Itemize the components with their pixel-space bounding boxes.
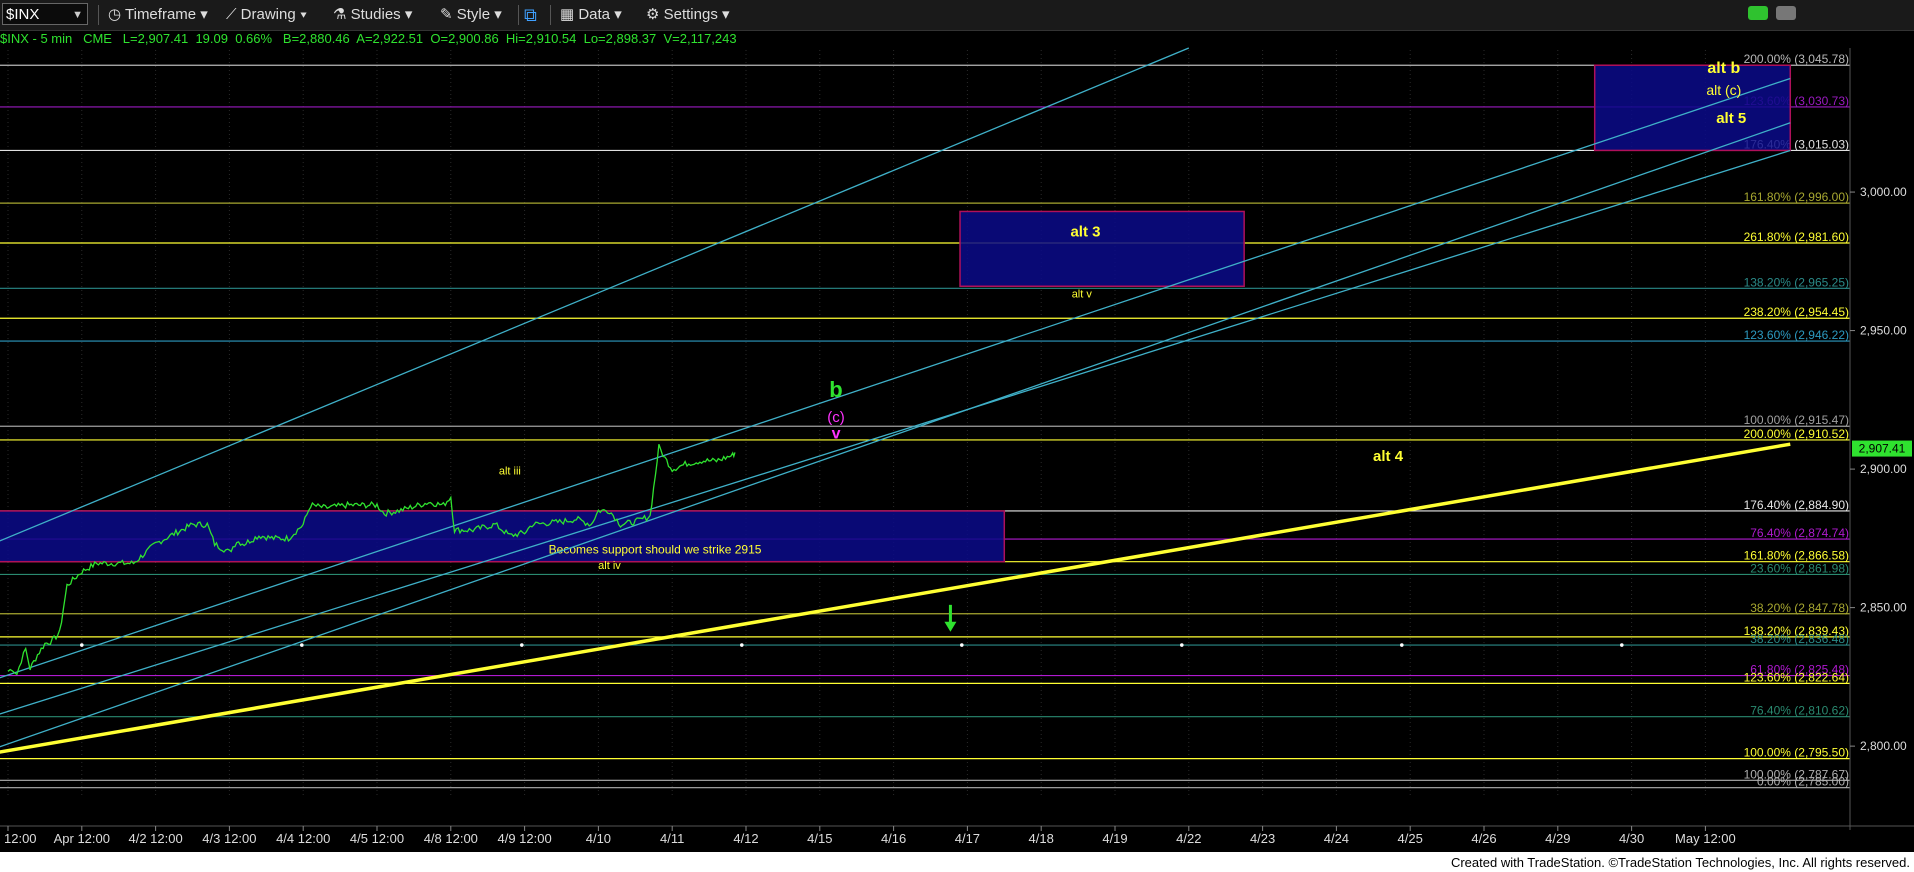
- x-tick-label: May 12:00: [1675, 831, 1736, 846]
- x-tick-label: 4/10: [586, 831, 611, 846]
- x-tick-label: 12:00: [4, 831, 37, 846]
- axis-layer: 3,000.00 2,950.00 2,900.00 2,850.00 2,800.00…: [0, 48, 1914, 846]
- x-tick-label: 4/2 12:00: [128, 831, 182, 846]
- fib-level-label: 100.00% (2,915.47): [1744, 413, 1849, 427]
- x-tick-label: 4/15: [807, 831, 832, 846]
- y-tick-label: 2,950.00: [1860, 324, 1907, 338]
- fib-level-label: 261.80% (2,981.60): [1744, 230, 1849, 244]
- y-tick-label: 2,900.00: [1860, 462, 1907, 476]
- fib-level-label: 76.40% (2,810.62): [1750, 704, 1849, 718]
- channels-layer: [0, 47, 1791, 748]
- y-tick-label: 2,850.00: [1860, 601, 1907, 615]
- fib-level-label: 38.20% (2,836.48): [1750, 632, 1849, 646]
- last-price-label: 2,907.41: [1859, 442, 1906, 456]
- fib-level-label: 176.40% (2,884.90): [1744, 498, 1849, 512]
- x-tick-label: Apr 12:00: [54, 831, 110, 846]
- x-tick-label: 4/9 12:00: [497, 831, 551, 846]
- wave-label: alt iv: [598, 560, 621, 572]
- fib-levels-layer: 200.00% (3,045.78)123.60% (3,030.73)176.…: [0, 52, 1850, 789]
- wave-label: b: [829, 377, 842, 402]
- x-tick-label: 4/30: [1619, 831, 1644, 846]
- time-marker: [80, 643, 84, 647]
- channel-line: [0, 122, 1791, 748]
- fib-level-label: 138.20% (2,965.25): [1744, 275, 1849, 289]
- x-tick-label: 4/11: [660, 831, 684, 846]
- wave-label: v: [832, 426, 841, 443]
- x-tick-label: 4/17: [955, 831, 980, 846]
- x-tick-label: 4/3 12:00: [202, 831, 256, 846]
- fib-level-label: 123.60% (2,946.22): [1744, 328, 1849, 342]
- fib-level-label: 200.00% (2,910.52): [1744, 427, 1849, 441]
- price-chart[interactable]: 200.00% (3,045.78)123.60% (3,030.73)176.…: [0, 0, 1914, 872]
- fib-level-label: 200.00% (3,045.78): [1744, 52, 1849, 66]
- time-marker: [520, 643, 524, 647]
- x-tick-label: 4/12: [733, 831, 758, 846]
- x-tick-label: 4/24: [1324, 831, 1349, 846]
- x-tick-label: 4/5 12:00: [350, 831, 404, 846]
- trendline: [0, 442, 1791, 754]
- footer-text: Created with TradeStation. ©TradeStation…: [1450, 855, 1910, 870]
- x-tick-label: 4/16: [881, 831, 906, 846]
- x-tick-label: 4/23: [1250, 831, 1275, 846]
- time-marker: [740, 643, 744, 647]
- fib-level-label: 76.40% (2,874.74): [1750, 526, 1849, 540]
- wave-label: alt iii: [499, 466, 521, 478]
- time-marker: [1620, 643, 1624, 647]
- x-tick-label: 4/4 12:00: [276, 831, 330, 846]
- fib-level-label: 100.00% (2,795.50): [1744, 746, 1849, 760]
- wave-label: alt 5: [1716, 110, 1746, 127]
- y-tick-label: 2,800.00: [1860, 739, 1907, 753]
- wave-label: alt v: [1072, 288, 1093, 300]
- channel-line: [0, 47, 1190, 542]
- fib-level-label: 0.00% (2,785.00): [1757, 775, 1849, 789]
- y-tick-label: 3,000.00: [1860, 185, 1907, 199]
- x-tick-label: 4/19: [1102, 831, 1127, 846]
- time-marker: [960, 643, 964, 647]
- target-zone: [1593, 64, 1792, 152]
- fib-level-label: 238.20% (2,954.45): [1744, 305, 1849, 319]
- arrow-head-icon: [944, 621, 957, 632]
- x-tick-label: 4/22: [1176, 831, 1201, 846]
- fib-level-label: 38.20% (2,847.78): [1750, 601, 1849, 615]
- zones-layer: Becomes support should we strike 2915: [0, 64, 1792, 563]
- x-tick-label: 4/18: [1029, 831, 1054, 846]
- wave-label: alt 4: [1373, 448, 1404, 465]
- wave-label: alt b: [1707, 60, 1740, 77]
- trendline-layer: [0, 442, 1791, 754]
- wave-label: (c): [827, 409, 845, 426]
- target-zone: [0, 510, 1006, 563]
- x-tick-label: 4/8 12:00: [424, 831, 478, 846]
- time-marker: [1400, 643, 1404, 647]
- wave-label: alt (c): [1706, 82, 1741, 98]
- fib-level-label: 123.60% (2,822.64): [1744, 670, 1849, 684]
- time-marker: [1180, 643, 1184, 647]
- x-tick-label: 4/29: [1545, 831, 1570, 846]
- wave-label: alt 3: [1070, 223, 1100, 240]
- x-tick-label: 4/25: [1398, 831, 1423, 846]
- fib-level-label: 23.60% (2,861.98): [1750, 561, 1849, 575]
- time-marker: [300, 643, 304, 647]
- fib-level-label: 161.80% (2,996.00): [1744, 190, 1849, 204]
- grid-layer: [7, 50, 1706, 796]
- x-tick-label: 4/26: [1471, 831, 1496, 846]
